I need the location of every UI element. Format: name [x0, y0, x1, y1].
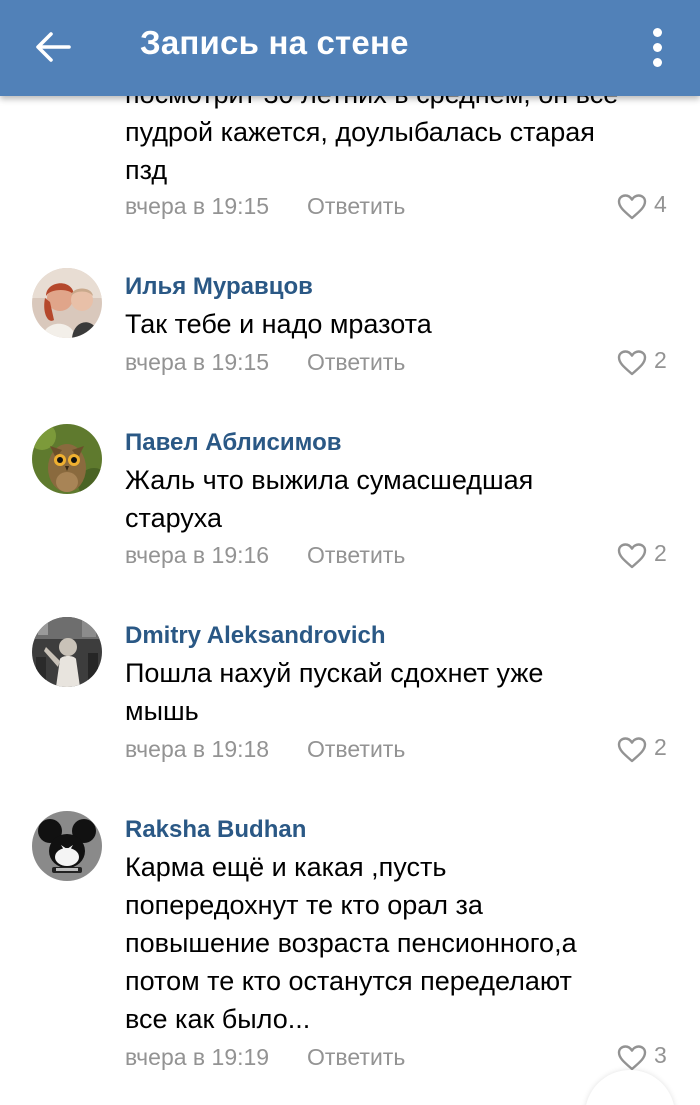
comment-author[interactable]: Raksha Budhan	[125, 816, 306, 844]
reply-button[interactable]: Ответить	[307, 349, 405, 376]
back-button[interactable]	[18, 14, 90, 80]
comment-time: вчера в 19:19	[125, 1044, 270, 1070]
more-vertical-icon	[653, 58, 662, 67]
comment-text-line: пудрой кажется, доулыбалась старая	[125, 117, 595, 147]
comment-author[interactable]: Илья Муравцов	[125, 273, 313, 301]
comment-text-line: пзд	[125, 155, 168, 185]
comment-text: Так тебе и надо мразота	[125, 305, 675, 343]
reply-button[interactable]: Ответить	[307, 193, 405, 220]
comment-text: Жаль что выжила сумасшедшая старуха	[125, 461, 675, 537]
reply-button[interactable]: Ответить	[307, 542, 405, 569]
comment-text-line: повышение возраста пенсионного,а	[125, 928, 577, 958]
like-count: 4	[654, 191, 667, 217]
comment-text-line: Жаль что выжила сумасшедшая	[125, 465, 534, 495]
comment-text-line: Так тебе и надо мразота	[125, 309, 432, 339]
heart-outline-icon	[617, 543, 647, 569]
comment-time: вчера в 19:18	[125, 736, 270, 762]
reply-button[interactable]: Ответить	[307, 1044, 405, 1071]
like-button[interactable]: 3	[614, 1041, 684, 1073]
avatar[interactable]	[32, 268, 102, 338]
more-options-button[interactable]	[638, 18, 678, 78]
comment-text: Карма ещё и какая ,пусть попередохнут те…	[125, 848, 675, 1038]
like-count: 2	[654, 734, 667, 760]
app-window: посмотрит 30 летних в среднем, он все пу…	[0, 0, 700, 1105]
comment-text-line: потом те кто останутся переделают	[125, 966, 572, 996]
comment-author[interactable]: Dmitry Aleksandrovich	[125, 622, 386, 650]
comment-time: вчера в 19:16	[125, 542, 270, 568]
heart-outline-icon	[617, 350, 647, 376]
comment-text-line: все как было...	[125, 1004, 311, 1034]
like-button[interactable]: 2	[614, 346, 684, 378]
floating-button-edge[interactable]	[585, 1070, 675, 1105]
avatar[interactable]	[32, 617, 102, 687]
comment-text-line: мышь	[125, 696, 199, 726]
comment-time: вчера в 19:15	[125, 193, 270, 219]
like-button[interactable]: 2	[614, 733, 684, 765]
arrow-left-icon	[36, 32, 71, 62]
like-button[interactable]: 2	[614, 539, 684, 571]
heart-outline-icon	[617, 194, 647, 220]
more-vertical-icon	[653, 43, 662, 52]
comment-text-line: попередохнут те кто орал за	[125, 890, 483, 920]
comment-text-line: старуха	[125, 503, 223, 533]
more-vertical-icon	[653, 28, 662, 37]
like-count: 2	[654, 540, 667, 566]
comment-text-line: Пошла нахуй пускай сдохнет уже	[125, 658, 544, 688]
avatar[interactable]	[32, 424, 102, 494]
like-button[interactable]: 4	[614, 190, 684, 222]
comment-text: Пошла нахуй пускай сдохнет уже мышь	[125, 654, 675, 730]
top-app-bar: Запись на стене	[0, 0, 700, 96]
page-title: Запись на стене	[140, 24, 409, 61]
comment-text-line: Карма ещё и какая ,пусть	[125, 852, 447, 882]
reply-button[interactable]: Ответить	[307, 736, 405, 763]
heart-outline-icon	[617, 1045, 647, 1071]
avatar[interactable]	[32, 811, 102, 881]
comment-author[interactable]: Павел Аблисимов	[125, 429, 342, 457]
heart-outline-icon	[617, 737, 647, 763]
like-count: 2	[654, 347, 667, 373]
like-count: 3	[654, 1042, 667, 1068]
comment-time: вчера в 19:15	[125, 349, 270, 375]
